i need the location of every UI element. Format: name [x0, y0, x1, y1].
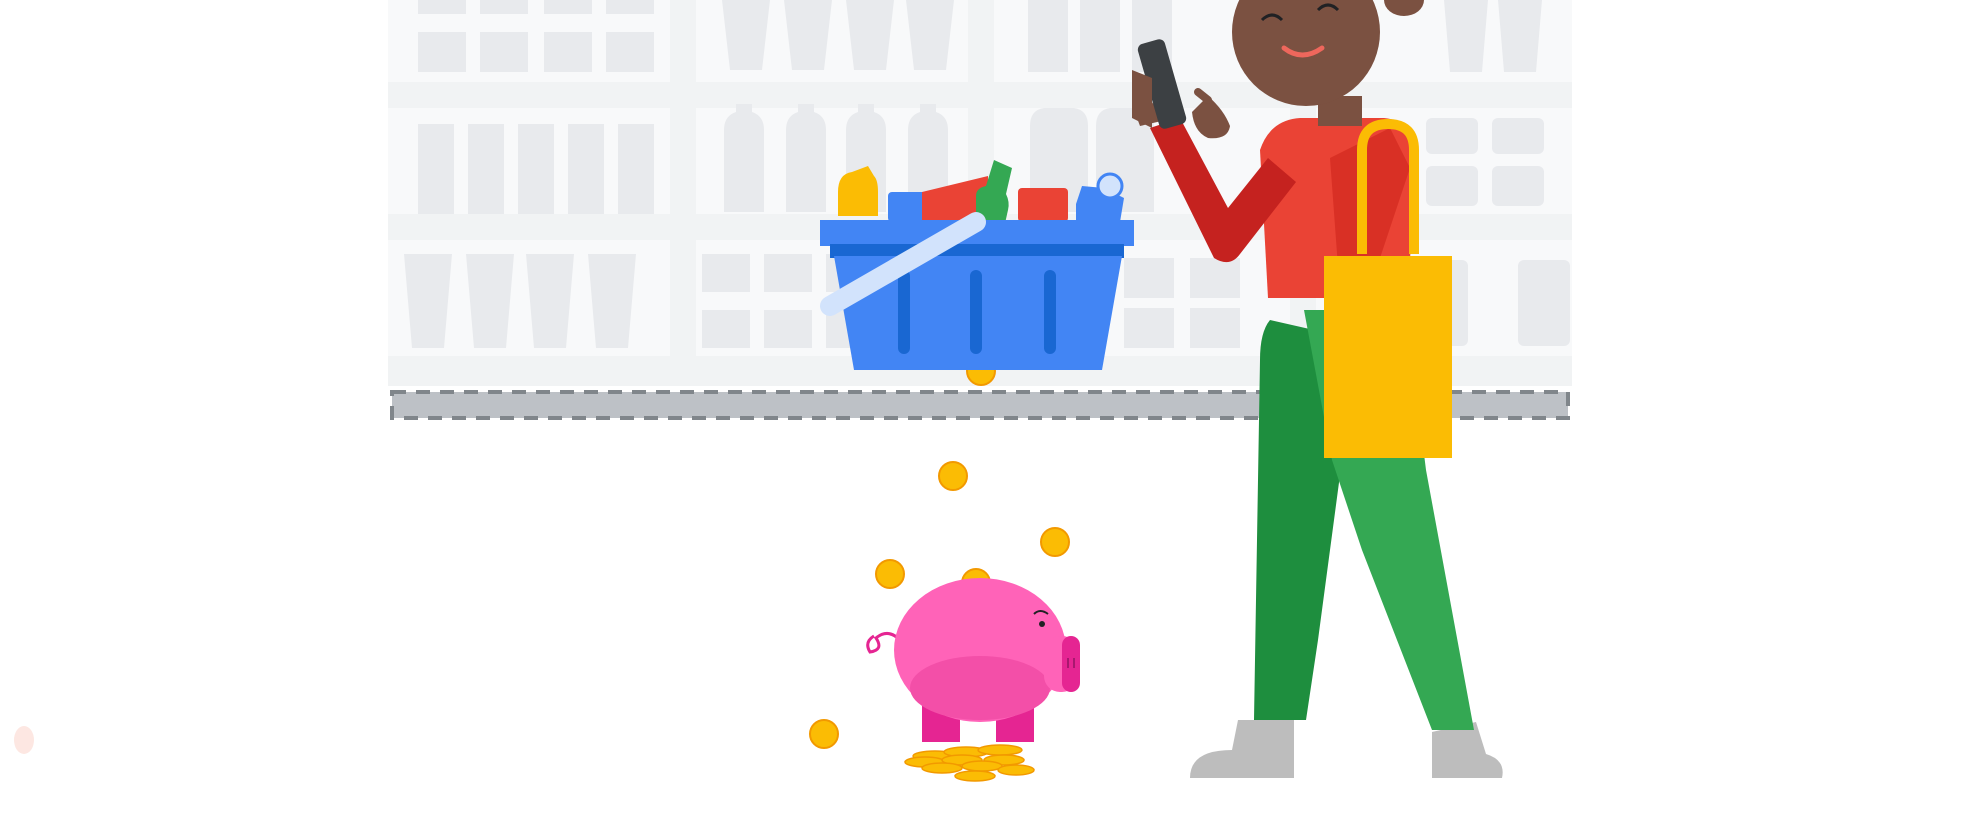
shopping-savings-illustration: [388, 0, 1572, 782]
coin: [938, 461, 968, 491]
piggy-bank: [866, 578, 1080, 782]
coin: [1040, 527, 1070, 557]
shopping-basket: [820, 160, 1134, 370]
coin: [809, 719, 839, 749]
coin: [875, 559, 905, 589]
